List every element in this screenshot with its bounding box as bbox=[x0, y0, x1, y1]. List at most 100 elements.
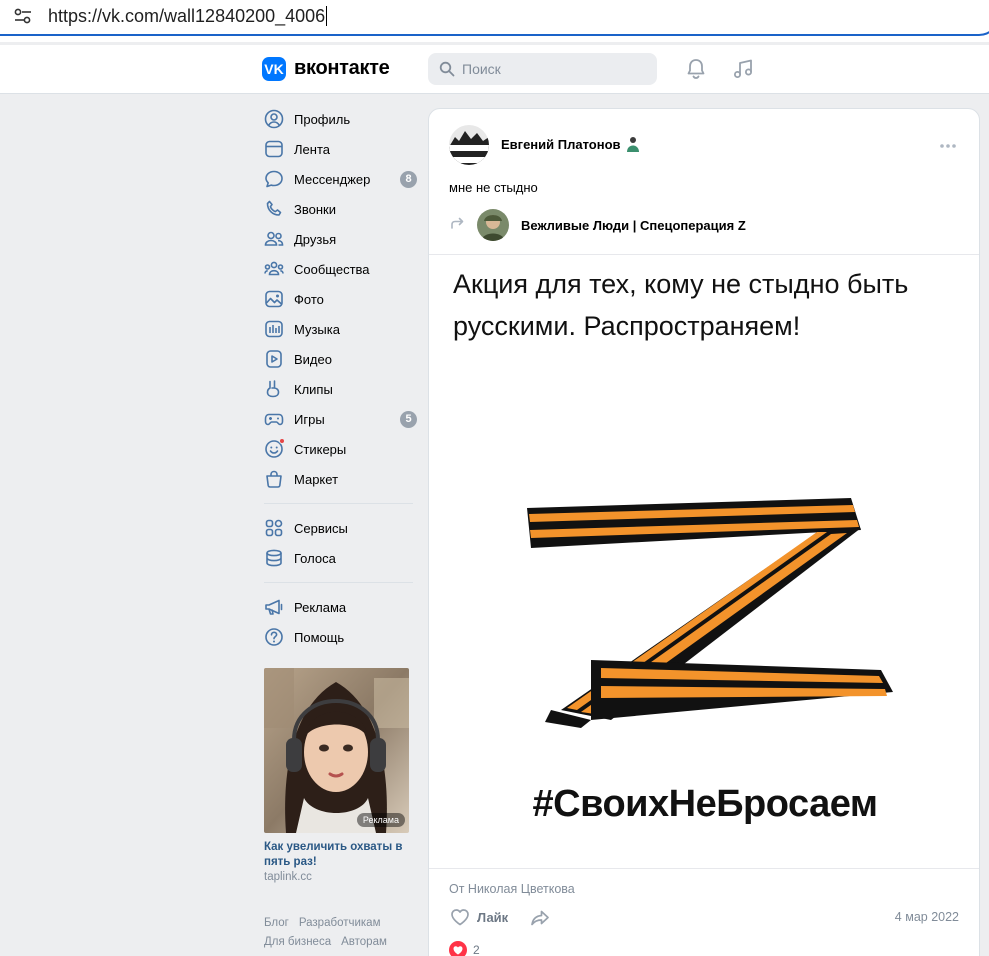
nav-item-services[interactable]: Сервисы bbox=[262, 513, 417, 543]
repost-source-avatar[interactable] bbox=[477, 209, 509, 241]
repost-source-name[interactable]: Вежливые Люди | Спецоперация Z bbox=[521, 218, 746, 233]
footer-links: Блог Разработчикам Для бизнеса Авторам bbox=[264, 914, 424, 952]
clips-icon bbox=[266, 380, 280, 398]
services-icon bbox=[265, 519, 283, 537]
nav-item-stickers[interactable]: Стикеры bbox=[262, 434, 417, 464]
reaction-count: 2 bbox=[473, 943, 480, 956]
reactions-summary[interactable]: 2 bbox=[449, 941, 480, 956]
music-icon[interactable] bbox=[731, 57, 755, 81]
nav-label: Музыка bbox=[294, 321, 340, 337]
photo-icon bbox=[265, 290, 283, 308]
ad-image[interactable]: Реклама bbox=[264, 668, 409, 833]
nav-item-clips[interactable]: Клипы bbox=[262, 374, 417, 404]
browser-address-bar: https://vk.com/wall12840200_4006 bbox=[0, 0, 989, 42]
post-date[interactable]: 4 мар 2022 bbox=[895, 910, 959, 924]
post-image[interactable]: Акция для тех, кому не стыдно быть русск… bbox=[429, 254, 979, 869]
nav-item-games[interactable]: Игры 5 bbox=[262, 404, 417, 434]
nav-item-video[interactable]: Видео bbox=[262, 344, 417, 374]
vk-logo-icon[interactable]: VK bbox=[262, 57, 286, 81]
image-caption-text: Акция для тех, кому не стыдно быть русск… bbox=[453, 269, 909, 341]
new-indicator-dot bbox=[279, 438, 285, 444]
nav-item-market[interactable]: Маркет bbox=[262, 464, 417, 494]
friends-icon bbox=[264, 231, 284, 246]
image-hashtag-text: #СвоихНеБросаем bbox=[532, 783, 878, 825]
ad-title[interactable]: Как увеличить охваты в пять раз! bbox=[264, 840, 409, 870]
nav-divider bbox=[264, 503, 413, 504]
nav-divider bbox=[264, 582, 413, 583]
bell-icon[interactable] bbox=[684, 57, 708, 81]
search-input[interactable] bbox=[462, 53, 642, 85]
games-icon bbox=[264, 413, 284, 426]
megaphone-icon bbox=[265, 599, 283, 615]
unread-badge: 8 bbox=[400, 171, 417, 188]
nav-item-photo[interactable]: Фото bbox=[262, 284, 417, 314]
more-options-icon[interactable] bbox=[939, 143, 957, 149]
nav-item-friends[interactable]: Друзья bbox=[262, 224, 417, 254]
nav-label: Клипы bbox=[294, 381, 333, 397]
nav-item-messenger[interactable]: Мессенджер 8 bbox=[262, 164, 417, 194]
votes-icon bbox=[266, 549, 282, 567]
ad-label: Реклама bbox=[356, 813, 405, 827]
nav-item-profile[interactable]: Профиль bbox=[262, 104, 417, 134]
market-icon bbox=[266, 470, 282, 488]
heart-icon bbox=[451, 909, 469, 926]
avatar-image bbox=[449, 125, 489, 165]
share-icon[interactable] bbox=[529, 907, 551, 929]
nav-item-help[interactable]: Помощь bbox=[262, 622, 417, 652]
nav-label: Фото bbox=[294, 291, 324, 307]
author-avatar[interactable] bbox=[449, 125, 489, 165]
nav-label: Помощь bbox=[294, 629, 345, 645]
music-icon bbox=[265, 320, 283, 338]
video-icon bbox=[266, 350, 282, 368]
nav-label: Профиль bbox=[294, 111, 351, 127]
phone-icon bbox=[266, 200, 282, 216]
sidebar-ad[interactable]: Реклама Как увеличить охваты в пять раз!… bbox=[264, 668, 409, 883]
site-settings-icon[interactable] bbox=[14, 8, 32, 24]
left-nav: Профиль Лента Мессенджер 8 Звонки Друзья… bbox=[262, 104, 417, 652]
nav-label: Сервисы bbox=[294, 520, 348, 536]
search-box[interactable] bbox=[428, 53, 657, 85]
footer-link-blog[interactable]: Блог bbox=[264, 917, 289, 929]
post-from-line[interactable]: От Николая Цветкова bbox=[449, 882, 575, 896]
footer-link-developers[interactable]: Разработчикам bbox=[299, 917, 381, 929]
nav-label: Стикеры bbox=[294, 441, 347, 457]
nav-item-calls[interactable]: Звонки bbox=[262, 194, 417, 224]
search-icon bbox=[439, 61, 455, 77]
logo-text[interactable]: вконтакте bbox=[294, 57, 390, 80]
nav-label: Голоса bbox=[294, 550, 336, 566]
red-heart-icon bbox=[449, 941, 467, 956]
avatar-image bbox=[477, 209, 509, 241]
nav-label: Друзья bbox=[294, 231, 337, 247]
nav-label: Звонки bbox=[294, 201, 336, 217]
nav-label: Видео bbox=[294, 351, 332, 367]
person-emoji-icon bbox=[627, 137, 639, 152]
text-caret bbox=[326, 6, 328, 26]
repost-arrow-icon bbox=[451, 217, 464, 229]
nav-label: Лента bbox=[294, 141, 330, 157]
nav-label: Сообщества bbox=[294, 261, 370, 277]
nav-item-ads[interactable]: Реклама bbox=[262, 592, 417, 622]
url-text: https://vk.com/wall12840200_4006 bbox=[48, 6, 326, 26]
footer-link-business[interactable]: Для бизнеса bbox=[264, 936, 331, 948]
messenger-icon bbox=[265, 170, 283, 188]
nav-item-music[interactable]: Музыка bbox=[262, 314, 417, 344]
post-text: мне не стыдно bbox=[449, 180, 538, 195]
like-button[interactable]: Лайк bbox=[449, 905, 508, 929]
author-name[interactable]: Евгений Платонов bbox=[501, 137, 621, 152]
ad-domain[interactable]: taplink.cc bbox=[264, 871, 409, 883]
nav-label: Маркет bbox=[294, 471, 339, 487]
st-george-ribbon-z-graphic bbox=[527, 498, 893, 728]
footer-link-authors[interactable]: Авторам bbox=[341, 936, 387, 948]
feed-icon bbox=[265, 140, 283, 158]
site-header: VK вконтакте bbox=[0, 45, 989, 94]
notification-badge: 5 bbox=[400, 411, 417, 428]
nav-item-feed[interactable]: Лента bbox=[262, 134, 417, 164]
wall-post: Евгений Платонов мне не стыдно Вежливые … bbox=[428, 108, 980, 956]
communities-icon bbox=[264, 261, 284, 276]
help-icon bbox=[265, 628, 283, 646]
like-label: Лайк bbox=[477, 909, 509, 925]
url-input[interactable]: https://vk.com/wall12840200_4006 bbox=[48, 6, 328, 27]
nav-item-communities[interactable]: Сообщества bbox=[262, 254, 417, 284]
profile-icon bbox=[264, 109, 284, 129]
nav-item-votes[interactable]: Голоса bbox=[262, 543, 417, 573]
